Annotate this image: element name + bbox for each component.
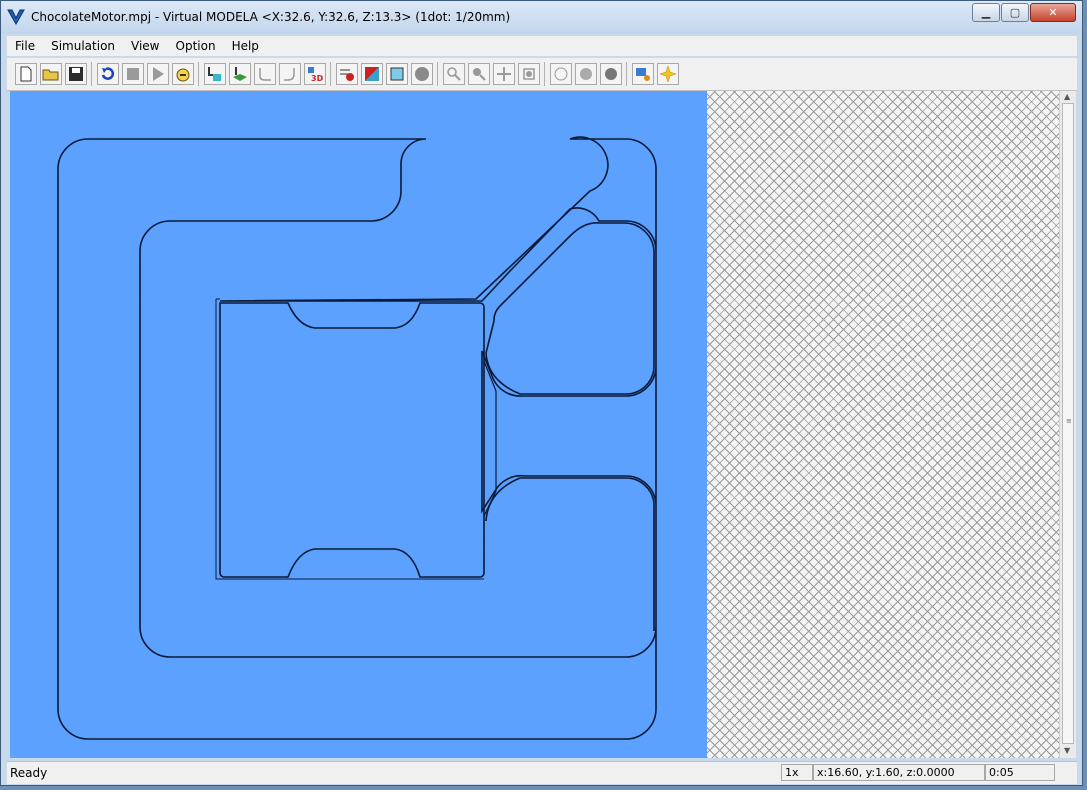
scroll-thumb[interactable]: ≡ [1062,103,1074,744]
pan-button[interactable] [493,63,515,85]
render-mode-icon [340,69,354,81]
menu-file[interactable]: File [7,39,43,53]
right-slot-upper [485,221,655,395]
light-dark-button[interactable] [600,63,622,85]
menu-help[interactable]: Help [224,39,267,53]
window-title: ChocolateMotor.mpj - Virtual MODELA <X:3… [31,10,511,24]
wireframe-icon [390,67,404,81]
3d-view-button[interactable]: 3D [304,63,326,85]
render-mode-button[interactable] [336,63,358,85]
zoom-in-icon [447,67,461,81]
zoom-out-button[interactable] [468,63,490,85]
status-bar: Ready 1x x:16.60, y:1.60, z:0.0000 0:05 [7,761,1077,784]
right-slot-lower [485,477,655,631]
milled-part-drawing [57,136,657,740]
open-button[interactable] [40,63,62,85]
light-dark-icon [605,68,617,80]
zoom-level: 1x [781,764,813,781]
play-icon [153,67,164,81]
elapsed-time: 0:05 [985,764,1055,781]
pan-icon [497,67,511,81]
menu-bar: File Simulation View Option Help [7,36,1077,56]
fit-button[interactable] [518,63,540,85]
sparkle-icon [659,65,677,83]
maximize-button[interactable]: ▢ [1001,3,1029,22]
inner-island-outline [219,302,485,578]
simulation-viewport[interactable] [10,91,707,758]
light-off-button[interactable] [550,63,572,85]
path-in-button[interactable] [254,63,276,85]
path-out-button[interactable] [279,63,301,85]
sparkle-button[interactable] [657,63,679,85]
sphere-button[interactable] [411,63,433,85]
maximize-icon: ▢ [1009,6,1021,19]
light-gray-button[interactable] [575,63,597,85]
main-window: ChocolateMotor.mpj - Virtual MODELA <X:3… [0,0,1083,786]
light-gray-icon [580,68,592,80]
stop-icon [127,68,139,80]
outer-pocket-outline [57,136,657,740]
tool-side-button[interactable] [229,63,251,85]
menu-simulation[interactable]: Simulation [43,39,123,53]
3d-label: 3D [311,74,324,83]
step-button[interactable] [172,63,194,85]
zoom-out-icon [473,68,486,81]
scroll-up-icon[interactable]: ▲ [1064,93,1072,101]
title-bar[interactable]: ChocolateMotor.mpj - Virtual MODELA <X:3… [1,1,1082,34]
shade-button[interactable] [361,63,383,85]
menu-view[interactable]: View [123,39,167,53]
save-icon [69,67,83,81]
toolbar: 3D [7,57,1077,91]
save-button[interactable] [65,63,87,85]
zoom-in-button[interactable] [443,63,465,85]
path-out-icon [284,68,295,81]
close-button[interactable]: ✕ [1030,3,1076,22]
workspace-hatch-area [707,91,1059,758]
modela-v-icon [7,9,25,26]
scroll-down-icon[interactable]: ▼ [1064,747,1072,755]
sphere-icon [415,67,429,81]
reset-icon [101,67,115,80]
close-icon: ✕ [1048,6,1058,19]
minimize-icon: ▁ [981,6,991,19]
material-button[interactable] [632,63,654,85]
minimize-button[interactable]: ▁ [972,3,1000,22]
status-text: Ready [10,766,48,780]
shade-icon [365,67,379,81]
inner-island-shadow [215,298,484,580]
play-button[interactable] [147,63,169,85]
step-icon [176,68,190,82]
reset-button[interactable] [97,63,119,85]
stop-button[interactable] [122,63,144,85]
tool-front-icon [208,67,221,81]
grip-icon: ≡ [1066,417,1072,425]
light-off-icon [554,67,568,81]
cursor-coords: x:16.60, y:1.60, z:0.0000 [813,764,985,781]
tool-front-button[interactable] [204,63,226,85]
tool-side-icon [233,67,247,81]
new-file-icon [20,66,32,82]
material-icon [636,68,650,81]
wireframe-button[interactable] [386,63,408,85]
new-file-button[interactable] [15,63,37,85]
3d-view-icon: 3D [308,67,324,83]
menu-option[interactable]: Option [168,39,224,53]
open-folder-icon [42,69,59,81]
fit-icon [523,68,535,80]
path-in-icon [259,68,271,81]
vertical-scrollbar[interactable]: ▲ ≡ ▼ [1059,91,1076,758]
